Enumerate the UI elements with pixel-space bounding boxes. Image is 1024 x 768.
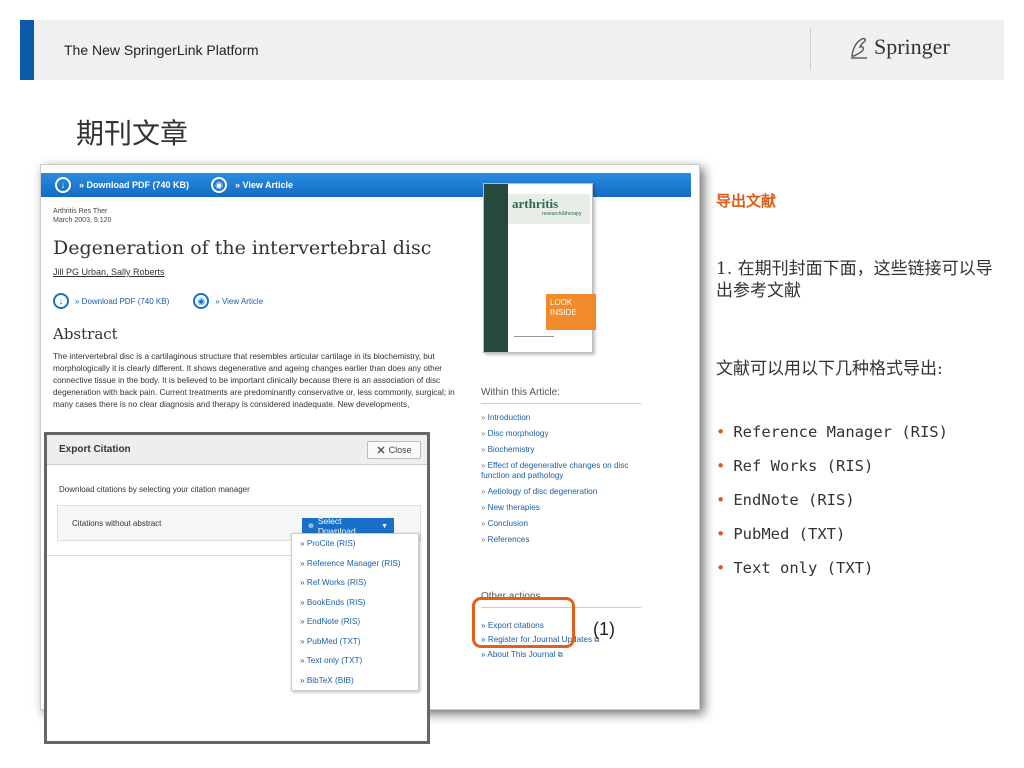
view-article-link[interactable]: » View Article xyxy=(215,297,263,306)
menu-item-text-only[interactable]: » Text only (TXT) xyxy=(292,651,418,671)
cover-publisher-logo xyxy=(514,336,554,344)
list-item: • Text only (TXT) xyxy=(716,559,874,577)
within-article-heading: Within this Article: xyxy=(481,387,560,398)
article-meta: Arthritis Res Ther March 2003, 5:120 xyxy=(53,207,111,225)
close-label: Close xyxy=(388,445,412,455)
menu-item-endnote[interactable]: » EndNote (RIS) xyxy=(292,612,418,632)
menu-item-pubmed[interactable]: » PubMed (TXT) xyxy=(292,632,418,652)
article-authors[interactable]: Jill PG Urban, Sally Roberts xyxy=(53,267,165,277)
article-title: Degeneration of the intervertebral disc xyxy=(53,237,432,259)
toc-item[interactable]: » Disc morphology xyxy=(481,429,631,439)
toc-item[interactable]: » References xyxy=(481,535,631,545)
article-date: March 2003, 5:120 xyxy=(53,217,112,224)
look-inside-button[interactable]: LOOK INSIDE xyxy=(546,294,596,330)
journal-cover[interactable]: arthritis research&therapy LOOK INSIDE xyxy=(483,183,596,353)
right-panel-formats-intro: 文献可以用以下几种格式导出: xyxy=(716,359,943,379)
dialog-description: Download citations by selecting your cit… xyxy=(59,485,250,494)
close-icon: ✕ xyxy=(376,444,386,457)
article-toc: » Introduction » Disc morphology » Biochemi… xyxy=(481,413,631,551)
chevron-down-icon: ▼ xyxy=(381,522,388,530)
toc-item[interactable]: » Effect of degenerative changes on disc … xyxy=(481,461,631,481)
download-format-menu: » ProCite (RIS) » Reference Manager (RIS… xyxy=(291,533,419,691)
header-title: The New SpringerLink Platform xyxy=(64,42,259,58)
citation-option-label: Citations without abstract xyxy=(72,519,162,528)
header-bar: The New SpringerLink Platform Springer xyxy=(34,20,1004,80)
export-citations-highlight xyxy=(472,597,575,648)
export-citation-dialog: Export Citation ✕ Close Download citatio… xyxy=(44,432,430,744)
right-panel-step-1: 1. 在期刊封面下面，这些链接可以导出参考文献 xyxy=(716,259,993,301)
journal-name: Arthritis Res Ther xyxy=(53,208,108,215)
article-topbar: ↓ » Download PDF (740 KB) ◉ » View Artic… xyxy=(41,173,691,197)
cover-subtitle: research&therapy xyxy=(542,211,582,217)
close-button[interactable]: ✕ Close xyxy=(367,441,421,459)
download-arrow-icon: ↓ xyxy=(55,177,71,193)
menu-item-procite[interactable]: » ProCite (RIS) xyxy=(292,534,418,554)
header-divider xyxy=(810,28,811,70)
springer-horse-icon xyxy=(851,37,867,59)
toc-item[interactable]: » Aetiology of disc degeneration xyxy=(481,487,631,497)
dialog-title: Export Citation xyxy=(59,444,131,455)
divider xyxy=(481,403,641,404)
toc-item[interactable]: » Biochemistry xyxy=(481,445,631,455)
header-accent-bar xyxy=(20,20,34,80)
cover-title: arthritis xyxy=(512,196,559,211)
abstract-text: The intervertebral disc is a cartilagino… xyxy=(53,352,455,409)
article-download-row: ↓ » Download PDF (740 KB) ◉ » View Artic… xyxy=(53,293,263,309)
eye-icon: ◉ xyxy=(211,177,228,193)
logo-text: Springer xyxy=(874,34,950,59)
menu-item-bookends[interactable]: » BookEnds (RIS) xyxy=(292,593,418,613)
list-item: • Reference Manager (RIS) xyxy=(716,423,948,441)
list-item: • Ref Works (RIS) xyxy=(716,457,874,475)
download-arrow-icon: ↓ xyxy=(53,293,69,309)
eye-icon: ◉ xyxy=(193,293,210,309)
list-item: • PubMed (TXT) xyxy=(716,525,846,543)
about-journal-link[interactable]: » About This Journal ⧉ xyxy=(481,650,641,661)
divider xyxy=(47,555,293,556)
download-pdf-link[interactable]: » Download PDF (740 KB) xyxy=(75,297,169,306)
menu-item-ref-works[interactable]: » Ref Works (RIS) xyxy=(292,573,418,593)
toc-item[interactable]: » Conclusion xyxy=(481,519,631,529)
slide-title: 期刊文章 xyxy=(76,117,189,150)
menu-item-bibtex[interactable]: » BibTeX (BIB) xyxy=(292,671,418,691)
select-download-dropdown[interactable]: ⊕ Select Download ▼ xyxy=(302,516,394,536)
callout-label: (1) xyxy=(593,619,615,639)
topbar-view-article-link[interactable]: » View Article xyxy=(235,180,293,190)
abstract-heading: Abstract xyxy=(53,325,118,343)
right-panel-heading: 导出文献 xyxy=(716,193,777,210)
topbar-download-pdf-link[interactable]: » Download PDF (740 KB) xyxy=(79,180,189,190)
external-link-icon: ⧉ xyxy=(557,652,563,659)
download-icon: ⊕ xyxy=(308,523,314,530)
format-list: • Reference Manager (RIS) • Ref Works (RIS… xyxy=(716,420,1016,590)
toc-item[interactable]: » Introduction xyxy=(481,413,631,423)
menu-item-reference-manager[interactable]: » Reference Manager (RIS) xyxy=(292,554,418,574)
slide: The New SpringerLink Platform Springer 期… xyxy=(0,0,1024,768)
dialog-header: Export Citation ✕ Close xyxy=(47,435,427,465)
cover-spine xyxy=(484,184,508,352)
toc-item[interactable]: » New therapies xyxy=(481,503,631,513)
springer-logo: Springer xyxy=(848,34,950,60)
list-item: • EndNote (RIS) xyxy=(716,491,855,509)
